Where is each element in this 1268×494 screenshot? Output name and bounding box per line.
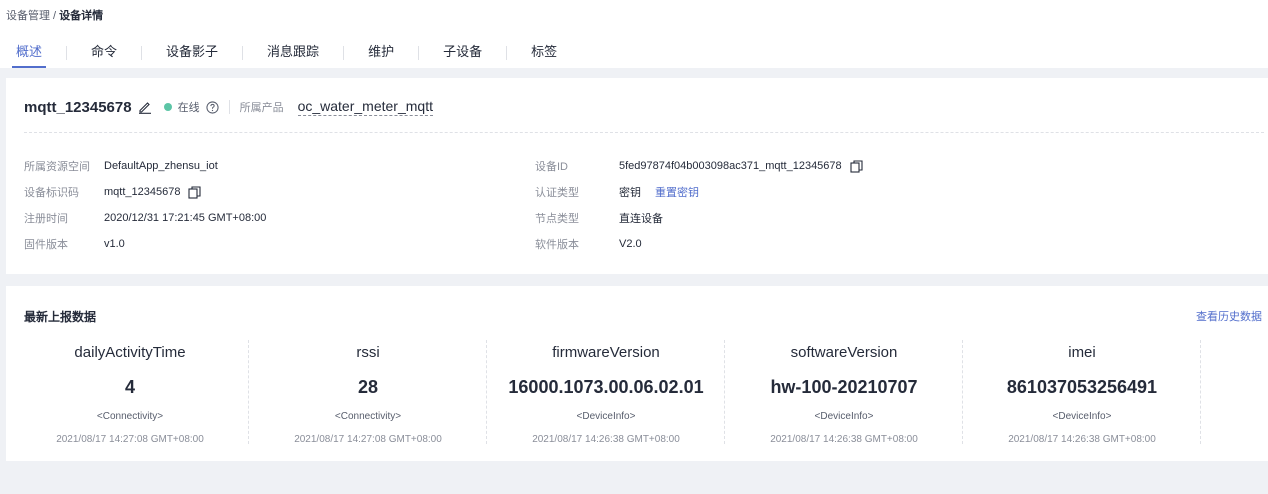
top-bar: 设备管理 / 设备详情 概述 命令 设备影子 消息跟踪 维护 子设备 标签 — [0, 0, 1268, 68]
breadcrumb: 设备管理 / 设备详情 — [6, 7, 103, 23]
reset-secret-link[interactable]: 重置密钥 — [655, 184, 699, 200]
metric-firmware-version: firmwareVersion 16000.1073.00.06.02.01 <… — [487, 340, 725, 446]
tab-bar: 概述 命令 设备影子 消息跟踪 维护 子设备 标签 — [6, 44, 567, 68]
metric-software-version: softwareVersion hw-100-20210707 <DeviceI… — [725, 340, 963, 446]
info-label: 软件版本 — [535, 239, 579, 251]
copy-icon[interactable] — [188, 185, 202, 199]
metric-value: hw-100-20210707 — [770, 377, 918, 397]
metric-category: <DeviceInfo> — [814, 411, 874, 422]
metric-value: 16000.1073.00.06.02.01 — [508, 377, 704, 397]
tab-commands[interactable]: 命令 — [81, 44, 127, 68]
status-text: 在线 — [177, 102, 200, 114]
copy-icon[interactable] — [850, 159, 863, 173]
info-value: 密钥 — [619, 187, 641, 199]
info-value: mqtt_12345678 — [104, 186, 181, 198]
breadcrumb-separator: / — [50, 10, 60, 22]
metric-value: 861037053256491 — [1006, 377, 1158, 397]
tab-separator — [343, 46, 345, 60]
tab-overview[interactable]: 概述 — [6, 44, 52, 68]
metric-time: 2021/08/17 14:27:08 GMT+08:00 — [294, 434, 442, 445]
online-status-dot — [163, 103, 172, 111]
info-row-device-id: 设备ID 5fed97874f04b003098ac371_mqtt_12345… — [535, 158, 863, 174]
metric-time: 2021/08/17 14:27:08 GMT+08:00 — [56, 434, 204, 445]
header-divider — [228, 100, 230, 114]
info-row-registration-time: 注册时间 2020/12/31 17:21:45 GMT+08:00 — [24, 210, 266, 226]
info-value: DefaultApp_zhensu_iot — [104, 160, 218, 172]
tab-separator — [242, 46, 244, 60]
tab-sub-devices[interactable]: 子设备 — [433, 44, 492, 68]
section-title: 最新上报数据 — [24, 310, 97, 324]
metric-category: <Connectivity> — [96, 411, 164, 422]
tab-tags[interactable]: 标签 — [521, 44, 567, 68]
info-row-node-type: 节点类型 直连设备 — [535, 210, 663, 226]
info-row-device-identifier: 设备标识码 mqtt_12345678 — [24, 184, 202, 200]
metric-rssi: rssi 28 <Connectivity> 2021/08/17 14:27:… — [249, 340, 487, 446]
dashed-divider — [24, 132, 1264, 133]
metric-name: imei — [1068, 344, 1096, 361]
product-name-link[interactable]: oc_water_meter_mqtt — [297, 98, 433, 116]
tab-separator — [506, 46, 508, 60]
info-row-resource-space: 所属资源空间 DefaultApp_zhensu_iot — [24, 158, 218, 174]
metric-category: <DeviceInfo> — [576, 411, 636, 422]
metric-category: <DeviceInfo> — [1052, 411, 1112, 422]
tab-maintenance[interactable]: 维护 — [358, 44, 404, 68]
product-label: 所属产品 — [239, 102, 284, 114]
breadcrumb-current: 设备详情 — [59, 10, 104, 22]
info-value: 直连设备 — [619, 213, 663, 225]
info-label: 节点类型 — [535, 213, 579, 225]
tab-message-trace[interactable]: 消息跟踪 — [257, 44, 329, 68]
info-row-auth-type: 认证类型 密钥 重置密钥 — [535, 184, 699, 200]
info-label: 设备ID — [535, 161, 568, 173]
metric-name: rssi — [356, 344, 380, 361]
tab-separator — [418, 46, 420, 60]
info-row-firmware-version: 固件版本 v1.0 — [24, 236, 125, 252]
device-name: mqtt_12345678 — [24, 98, 132, 116]
metric-name: dailyActivityTime — [74, 344, 186, 361]
metric-time: 2021/08/17 14:26:38 GMT+08:00 — [770, 434, 918, 445]
breadcrumb-parent[interactable]: 设备管理 — [6, 10, 50, 22]
metric-name: softwareVersion — [790, 344, 898, 361]
view-history-link[interactable]: 查看历史数据 — [1196, 308, 1262, 324]
metric-category: <Connectivity> — [334, 411, 402, 422]
help-icon[interactable] — [205, 100, 219, 114]
metric-time: 2021/08/17 14:26:38 GMT+08:00 — [1008, 434, 1156, 445]
info-value: 5fed97874f04b003098ac371_mqtt_12345678 — [619, 160, 842, 172]
info-label: 认证类型 — [535, 187, 579, 199]
metric-name: firmwareVersion — [552, 344, 660, 361]
tab-separator — [141, 46, 143, 60]
info-label: 所属资源空间 — [24, 161, 90, 173]
info-row-software-version: 软件版本 V2.0 — [535, 236, 642, 252]
metric-value: 28 — [357, 377, 379, 397]
metric-daily-activity-time: dailyActivityTime 4 <Connectivity> 2021/… — [11, 340, 249, 446]
metrics-row: dailyActivityTime 4 <Connectivity> 2021/… — [11, 340, 1201, 446]
info-label: 设备标识码 — [24, 187, 79, 199]
latest-report-card: 最新上报数据 查看历史数据 dailyActivityTime 4 <Conne… — [6, 286, 1268, 461]
info-value: 2020/12/31 17:21:45 GMT+08:00 — [104, 212, 267, 224]
info-value: v1.0 — [104, 238, 125, 250]
device-header: mqtt_12345678 在线 所属产品 oc_water_meter_mqt… — [24, 97, 433, 117]
edit-icon[interactable] — [138, 100, 152, 114]
info-label: 固件版本 — [24, 239, 68, 251]
tab-separator — [66, 46, 68, 60]
tab-device-shadow[interactable]: 设备影子 — [156, 44, 228, 68]
info-value: V2.0 — [619, 238, 642, 250]
info-label: 注册时间 — [24, 213, 68, 225]
metric-value: 4 — [124, 377, 135, 397]
metric-imei: imei 861037053256491 <DeviceInfo> 2021/0… — [963, 340, 1201, 446]
metric-time: 2021/08/17 14:26:38 GMT+08:00 — [532, 434, 680, 445]
device-info-card: mqtt_12345678 在线 所属产品 oc_water_meter_mqt… — [6, 78, 1268, 274]
